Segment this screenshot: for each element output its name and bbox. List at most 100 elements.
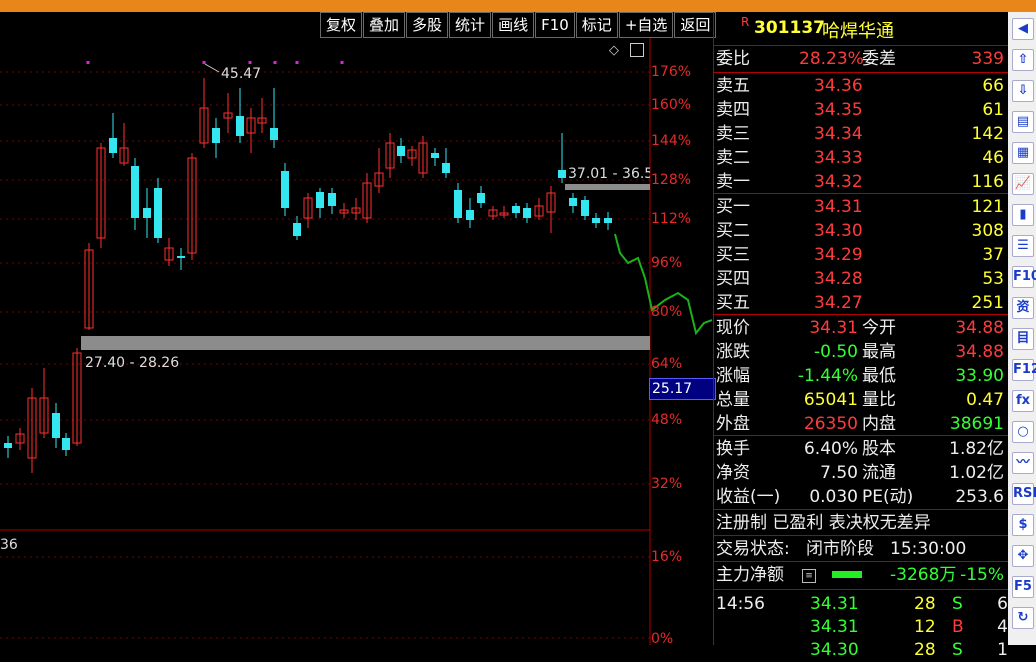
diamond-icon[interactable]: ◇ bbox=[609, 43, 619, 58]
toolbar-button-f10[interactable]: F10 bbox=[535, 12, 575, 38]
candle-body-down bbox=[4, 443, 12, 448]
candle-body-down bbox=[477, 193, 485, 203]
f12-icon[interactable]: F12 bbox=[1012, 359, 1036, 381]
order-book-price: 34.36 bbox=[814, 76, 863, 96]
weibi-value: 28.23% bbox=[799, 49, 864, 69]
chart-toolbar: 复权 叠加 多股 统计 画线 F10 标记 +自选 返回 bbox=[320, 12, 717, 38]
order-book-price: 34.27 bbox=[814, 293, 863, 313]
order-book-price: 34.31 bbox=[814, 197, 863, 217]
refresh-icon[interactable]: ↻ bbox=[1012, 607, 1034, 629]
weicha-label: 委差 bbox=[862, 49, 896, 69]
stat-label: 总量 bbox=[716, 390, 750, 410]
toolbar-button-huaxian[interactable]: 画线 bbox=[492, 12, 535, 38]
order-book-label: 买四 bbox=[716, 269, 750, 289]
tick-count: 4 bbox=[997, 617, 1008, 637]
window-toggle-icon[interactable] bbox=[630, 43, 644, 57]
current-price-tag: 25.17 bbox=[649, 378, 716, 400]
weibi-row: 委比 28.23% 委差 339 bbox=[714, 47, 1008, 71]
volume-value: 36 bbox=[0, 537, 18, 553]
quote-panel: R 301137 哈焊华通 委比 28.23% 委差 339 卖五 34.36 66… bbox=[713, 12, 1008, 660]
order-book-price: 34.32 bbox=[814, 172, 863, 192]
tick-volume: 28 bbox=[914, 640, 936, 660]
tick-price: 34.31 bbox=[810, 594, 859, 614]
y-axis-label: 16% bbox=[651, 549, 683, 565]
main-fund-bar bbox=[832, 571, 862, 578]
toolbar-button-duogu[interactable]: 多股 bbox=[406, 12, 449, 38]
stat-label: 内盘 bbox=[862, 414, 896, 434]
tick-price: 34.31 bbox=[810, 617, 859, 637]
stat-label: 外盘 bbox=[716, 414, 750, 434]
candle-icon[interactable]: ▮ bbox=[1012, 204, 1034, 226]
formula-icon[interactable]: fx bbox=[1012, 390, 1034, 412]
order-book-row-sell: 卖一 34.32 116 bbox=[714, 170, 1008, 194]
status-value: 闭市阶段 bbox=[806, 539, 874, 559]
weibi-label: 委比 bbox=[716, 49, 750, 69]
toolbar-button-biaoji[interactable]: 标记 bbox=[575, 12, 618, 38]
list-icon[interactable]: ☰ bbox=[1012, 235, 1034, 257]
toolbar-button-fuquan[interactable]: 复权 bbox=[320, 12, 363, 38]
candle-body-down bbox=[236, 116, 244, 136]
stat-label: 涨幅 bbox=[716, 366, 750, 386]
order-book-row-buy: 买一 34.31 121 bbox=[714, 195, 1008, 219]
main-fund-value: -3268万 bbox=[890, 565, 957, 585]
toolbar-button-diejia[interactable]: 叠加 bbox=[363, 12, 406, 38]
kline-icon[interactable]: 〰 bbox=[1012, 452, 1034, 474]
quote-stat-row: 涨幅 -1.44% 最低 33.90 bbox=[714, 364, 1008, 388]
stat-value: 38691 bbox=[949, 414, 1004, 434]
zone-label-lower: 27.40 - 28.26 bbox=[85, 355, 180, 371]
f5-icon[interactable]: F5 bbox=[1012, 576, 1034, 598]
order-book-label: 买三 bbox=[716, 245, 750, 265]
candle-body-down bbox=[212, 128, 220, 143]
arrow-down-icon[interactable]: ⇩ bbox=[1012, 80, 1034, 102]
arrow-up-icon[interactable]: ⇧ bbox=[1012, 49, 1034, 71]
order-book-volume: 61 bbox=[982, 100, 1004, 120]
tick-direction: B bbox=[952, 617, 964, 637]
line-chart-icon[interactable]: 📈 bbox=[1012, 173, 1034, 195]
candle-body-down bbox=[592, 218, 600, 223]
calc-icon[interactable]: ▤ bbox=[1012, 111, 1034, 133]
stat-value: 65041 bbox=[803, 390, 858, 410]
fundamental-row: 净资 7.50 流通 1.02亿 bbox=[714, 461, 1008, 485]
f10-icon[interactable]: F10 bbox=[1012, 266, 1036, 288]
status-label: 交易状态: bbox=[716, 539, 790, 559]
order-book-volume: 251 bbox=[971, 293, 1004, 313]
stat-value: 33.90 bbox=[955, 366, 1004, 386]
candle-body-down bbox=[466, 210, 474, 220]
candle-body-down bbox=[442, 163, 450, 173]
tick-row: 34.31 12 B 4 bbox=[714, 615, 1008, 639]
y-axis-label: 160% bbox=[651, 97, 692, 113]
order-book-row-sell: 卖三 34.34 142 bbox=[714, 122, 1008, 146]
news-icon[interactable]: 资 bbox=[1012, 297, 1034, 319]
y-axis-label: 80% bbox=[651, 304, 683, 320]
y-axis-label: 128% bbox=[651, 172, 692, 188]
order-book-price: 34.30 bbox=[814, 221, 863, 241]
toolbar-button-back[interactable]: 返回 bbox=[674, 12, 717, 38]
stock-badge: R bbox=[741, 15, 750, 29]
toolbar-button-add-watchlist[interactable]: +自选 bbox=[618, 12, 674, 38]
dollar-icon[interactable]: $ bbox=[1012, 514, 1034, 536]
rsi-icon[interactable]: RSI bbox=[1012, 483, 1036, 505]
toolbar-button-tongji[interactable]: 统计 bbox=[449, 12, 492, 38]
circle-icon[interactable]: ○ bbox=[1012, 421, 1034, 443]
candle-body-down bbox=[293, 223, 301, 236]
tick-row: 34.30 28 S 1 bbox=[714, 638, 1008, 662]
fund-value: 7.50 bbox=[820, 463, 858, 483]
doc-icon[interactable]: 目 bbox=[1012, 328, 1034, 350]
candle-body-down bbox=[512, 206, 520, 213]
candle-body-down bbox=[569, 198, 577, 206]
list-icon[interactable]: ≡ bbox=[802, 569, 816, 583]
fund-value: 1.02亿 bbox=[949, 463, 1004, 483]
kline-chart[interactable]: 176% 160% 144% 128% 112% 96% 80% 64% 48%… bbox=[0, 38, 716, 647]
high-annotation: 45.47 bbox=[221, 66, 262, 82]
fund-label: PE(动) bbox=[862, 487, 914, 507]
scroll-up-icon[interactable]: ◀ bbox=[1012, 18, 1034, 40]
fund-label: 流通 bbox=[862, 463, 896, 483]
signal-marker bbox=[248, 61, 252, 64]
signal-marker bbox=[273, 61, 277, 64]
grid-icon[interactable]: ▦ bbox=[1012, 142, 1034, 164]
y-axis-label: 176% bbox=[651, 64, 692, 80]
stat-value: 34.31 bbox=[809, 318, 858, 338]
tick-price: 34.30 bbox=[810, 640, 859, 660]
stat-label: 量比 bbox=[862, 390, 896, 410]
move-icon[interactable]: ✥ bbox=[1012, 545, 1034, 567]
